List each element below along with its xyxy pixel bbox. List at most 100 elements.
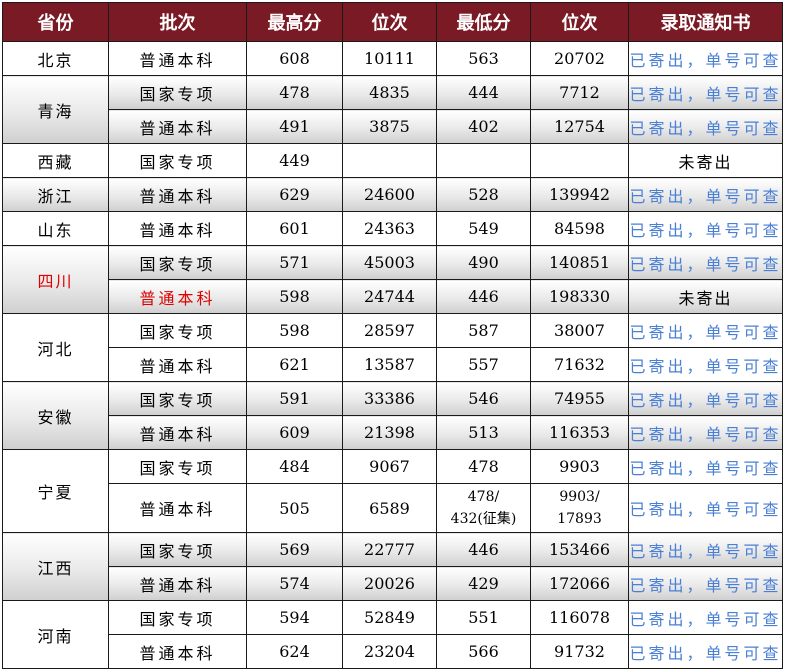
min-rank-cell: 198330 [530,279,629,314]
max-rank-cell: 45003 [342,245,437,280]
province-cell: 浙江 [2,177,109,212]
notice-cell: 未寄出 [628,143,783,178]
header-max-rank: 位次 [342,2,437,42]
table-row: 普通本科 574 20026 429 172066 已寄出，单号可查 [3,566,783,601]
batch-cell: 国家专项 [108,313,247,348]
table-header: 省份 批次 最高分 位次 最低分 位次 录取通知书 [2,2,783,42]
batch-cell: 普通本科 [108,41,247,76]
min-score-cell: 528 [436,177,531,212]
batch-cell: 国家专项 [108,449,247,484]
notice-cell: 已寄出，单号可查 [628,415,783,450]
table-row: 宁夏 国家专项 484 9067 478 9903 已寄出，单号可查 [2,449,783,533]
min-score-cell: 549 [436,211,531,246]
header-batch: 批次 [108,2,247,42]
min-rank-cell: 91732 [530,634,629,669]
notice-cell: 已寄出，单号可查 [628,483,783,533]
max-rank-cell: 24744 [342,279,437,314]
notice-cell: 已寄出，单号可查 [628,600,783,635]
min-rank-cell: 12754 [530,109,629,144]
min-rank-cell: 116078 [530,600,629,635]
min-score-cell: 557 [436,347,531,382]
min-rank-cell [530,143,629,178]
max-score-cell: 591 [246,381,343,416]
min-score-cell: 478 [436,449,531,484]
province-cell: 安徽 [2,381,109,450]
min-score-cell: 402 [436,109,531,144]
table-row: 青海 国家专项 478 4835 444 7712 已寄出，单号可查 [2,75,783,144]
header-province: 省份 [2,2,109,42]
max-score-cell: 601 [246,211,343,246]
batch-cell: 普通本科 [108,279,247,314]
min-rank-cell: 116353 [530,415,629,450]
max-rank-cell: 13587 [342,347,437,382]
province-cell: 山东 [2,211,109,246]
table-body: 北京 普通本科 608 10111 563 20702 已寄出，单号可查 青海 国家专项 478 4… [2,41,783,669]
notice-cell: 已寄出，单号可查 [628,347,783,382]
min-rank-cell: 84598 [530,211,629,246]
min-rank-cell: 139942 [530,177,629,212]
min-rank-cell: 71632 [530,347,629,382]
notice-cell: 已寄出，单号可查 [628,211,783,246]
table-row: 西藏 国家专项 449 未寄出 [2,143,783,178]
batch-cell: 普通本科 [108,109,247,144]
province-cell: 河南 [2,600,109,669]
table-row: 安徽 国家专项 591 33386 546 74955 已寄出，单号可查 [2,381,783,450]
header-min-rank: 位次 [530,2,629,42]
max-rank-cell: 4835 [342,75,437,110]
batch-cell: 普通本科 [108,415,247,450]
batch-cell: 普通本科 [108,483,247,533]
table-row: 普通本科 598 24744 446 198330 未寄出 [3,279,783,314]
min-score-cell: 566 [436,634,531,669]
max-rank-cell: 6589 [342,483,437,533]
min-rank-cell: 7712 [530,75,629,110]
max-rank-cell: 28597 [342,313,437,348]
max-rank-cell: 20026 [342,566,437,601]
table-row: 普通本科 621 13587 557 71632 已寄出，单号可查 [3,347,783,382]
max-rank-cell: 21398 [342,415,437,450]
min-score-cell: 587 [436,313,531,348]
table-row: 河北 国家专项 598 28597 587 38007 已寄出，单号可查 [2,313,783,382]
province-cell: 河北 [2,313,109,382]
max-score-cell: 574 [246,566,343,601]
notice-cell: 已寄出，单号可查 [628,75,783,110]
notice-cell: 已寄出，单号可查 [628,634,783,669]
min-score-cell: 446 [436,532,531,567]
notice-cell: 已寄出，单号可查 [628,532,783,567]
table-row: 普通本科 491 3875 402 12754 已寄出，单号可查 [3,109,783,144]
max-score-cell: 571 [246,245,343,280]
max-rank-cell: 23204 [342,634,437,669]
max-score-cell: 621 [246,347,343,382]
min-rank-cell: 153466 [530,532,629,567]
table-row: 北京 普通本科 608 10111 563 20702 已寄出，单号可查 [2,41,783,76]
table-row: 江西 国家专项 569 22777 446 153466 已寄出，单号可查 [2,532,783,601]
max-rank-cell: 9067 [342,449,437,484]
min-rank-cell: 20702 [530,41,629,76]
notice-cell: 已寄出，单号可查 [628,109,783,144]
min-score-cell: 478/ 432(征集) [436,483,531,533]
min-rank-cell: 38007 [530,313,629,348]
table-row: 山东 普通本科 601 24363 549 84598 已寄出，单号可查 [2,211,783,246]
header-row: 省份 批次 最高分 位次 最低分 位次 录取通知书 [2,2,783,42]
min-score-cell: 444 [436,75,531,110]
notice-cell: 已寄出，单号可查 [628,566,783,601]
max-rank-cell: 3875 [342,109,437,144]
min-score-cell: 551 [436,600,531,635]
max-score-cell: 609 [246,415,343,450]
province-cell: 四川 [2,245,109,314]
province-cell: 江西 [2,532,109,601]
max-rank-cell [342,143,437,178]
min-rank-cell: 140851 [530,245,629,280]
max-score-cell: 505 [246,483,343,533]
batch-cell: 普通本科 [108,347,247,382]
notice-cell: 已寄出，单号可查 [628,313,783,348]
table-row: 浙江 普通本科 629 24600 528 139942 已寄出，单号可查 [2,177,783,212]
batch-cell: 国家专项 [108,245,247,280]
notice-cell: 已寄出，单号可查 [628,245,783,280]
batch-cell: 国家专项 [108,143,247,178]
notice-cell: 未寄出 [628,279,783,314]
notice-cell: 已寄出，单号可查 [628,381,783,416]
max-rank-cell: 24600 [342,177,437,212]
batch-cell: 普通本科 [108,566,247,601]
max-rank-cell: 33386 [342,381,437,416]
min-score-cell [436,143,531,178]
